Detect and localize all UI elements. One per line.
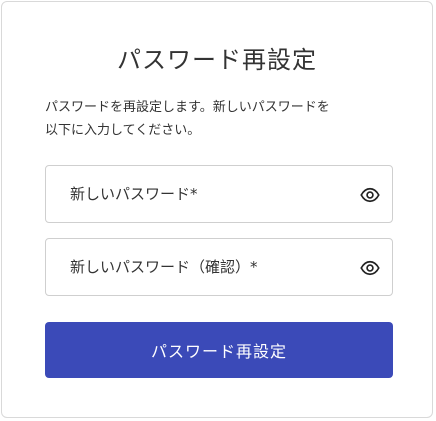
password-reset-card: パスワード再設定 パスワードを再設定します。新しいパスワードを 以下に入力してく… (1, 1, 433, 418)
eye-icon[interactable] (360, 258, 380, 278)
new-password-input[interactable] (46, 166, 336, 222)
confirm-password-input[interactable] (46, 239, 336, 295)
page-title: パスワード再設定 (117, 46, 317, 74)
confirm-password-field (45, 238, 393, 296)
description-line-2: 以下に入力してください。 (45, 123, 201, 138)
eye-icon[interactable] (360, 185, 380, 205)
description-text: パスワードを再設定します。新しいパスワードを 以下に入力してください。 (45, 96, 397, 142)
new-password-field (45, 165, 393, 223)
reset-password-button[interactable]: パスワード再設定 (45, 322, 393, 378)
description-line-1: パスワードを再設定します。新しいパスワードを (45, 100, 330, 115)
